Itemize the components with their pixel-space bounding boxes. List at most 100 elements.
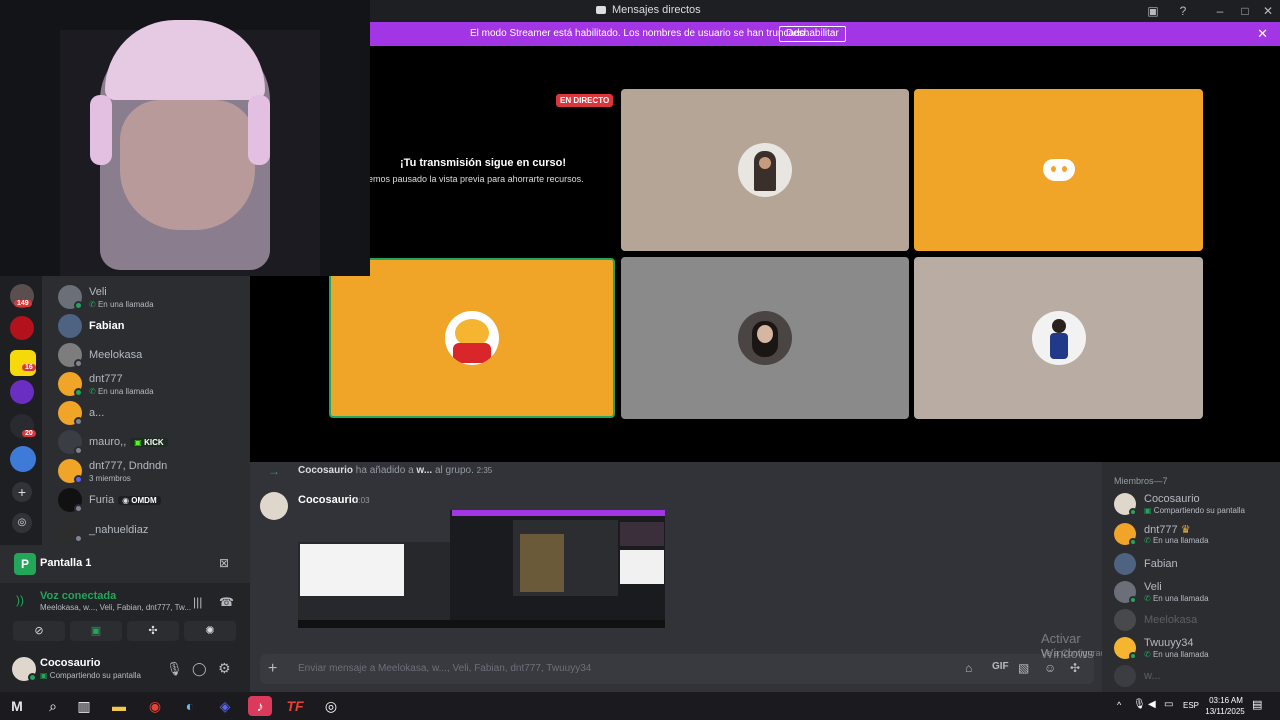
system-message: Cocosaurio ha añadido a w... al grupo. 2… — [298, 465, 493, 476]
dm-item[interactable]: a... — [58, 399, 248, 427]
dm-name: mauro,, ▣ KICK — [89, 436, 168, 448]
member-item-offline[interactable]: w... — [1114, 662, 1274, 692]
dm-name: Veli — [89, 286, 107, 298]
discover-icon[interactable]: ◎ — [12, 513, 32, 533]
kick-tag: ▣ KICK — [130, 438, 168, 447]
steam-icon[interactable]: ◐ — [179, 696, 201, 716]
dm-item[interactable]: Furia ◉ OMDM — [58, 486, 248, 514]
mention-badge: 149 — [14, 300, 32, 307]
screen-share-icon: ▣ — [40, 671, 48, 680]
user-status: ▣ Compartiendo su pantalla — [40, 671, 141, 680]
notification-icon[interactable]: ▤ — [1252, 698, 1262, 711]
minimize-button[interactable]: – — [1212, 3, 1228, 19]
screen-share-button[interactable]: ▣ — [70, 621, 122, 641]
headphones-icon[interactable]: ◯ — [192, 661, 207, 677]
task-view-icon[interactable]: ▥ — [73, 696, 95, 716]
settings-gear-icon[interactable]: ⚙ — [218, 660, 231, 677]
dm-item[interactable]: _nahueldiaz — [58, 516, 248, 544]
member-status: ✆ En una llamada — [1144, 594, 1209, 603]
help-icon[interactable]: ? — [1175, 3, 1191, 19]
member-status: ✆ En una llamada — [1144, 650, 1209, 659]
voice-status[interactable]: Voz conectada — [40, 590, 116, 602]
member-status: ▣ Compartiendo su pantalla — [1144, 506, 1245, 515]
status-dot — [1129, 652, 1137, 660]
tray-time[interactable]: 03:16 AM — [1206, 696, 1246, 705]
close-window-button[interactable]: ✕ — [1260, 3, 1276, 19]
disconnect-icon[interactable]: ☎ — [219, 595, 234, 609]
tf-app-icon[interactable]: TF — [284, 696, 306, 716]
apps-icon[interactable]: ✣ — [1070, 661, 1080, 675]
server-icon[interactable] — [10, 380, 34, 404]
video-tile-4[interactable] — [621, 257, 909, 419]
dm-item-group[interactable]: dnt777, Dndndn 3 miembros — [58, 457, 248, 485]
member-item-offline[interactable]: Meelokasa — [1114, 606, 1274, 636]
gif-icon[interactable]: GIF — [992, 661, 1009, 672]
signal-icon: )) — [16, 593, 24, 607]
avatar — [1114, 553, 1136, 575]
server-icon[interactable] — [10, 350, 36, 376]
tray-chevron-icon[interactable]: ^ — [1117, 700, 1121, 710]
member-item[interactable]: Veli ✆ En una llamada — [1114, 578, 1274, 608]
member-item[interactable]: dnt777 ♛ ✆ En una llamada — [1114, 520, 1274, 550]
activities-button[interactable]: ✣ — [127, 621, 179, 641]
message-author[interactable]: Cocosaurio — [298, 494, 359, 506]
avatar — [1114, 609, 1136, 631]
status-dot — [74, 301, 83, 310]
image-attachment[interactable] — [298, 510, 665, 628]
noise-suppression-icon[interactable]: ||| — [193, 595, 202, 609]
file-explorer-icon[interactable]: ▬ — [108, 696, 130, 716]
member-name: w... — [1144, 670, 1161, 682]
status-dot — [74, 359, 83, 368]
dm-item[interactable]: dnt777 ✆ En una llamada — [58, 370, 248, 398]
dm-item[interactable]: Veli ✆ En una llamada — [58, 283, 248, 311]
tray-date[interactable]: 13/11/2025 — [1203, 707, 1247, 716]
member-item[interactable]: Cocosaurio ▣ Compartiendo su pantalla — [1114, 490, 1274, 520]
tray-network-icon[interactable]: ▭ — [1164, 699, 1173, 710]
sticker-icon[interactable]: ▧ — [1018, 661, 1029, 675]
member-name: Twuuyy34 — [1144, 637, 1194, 649]
camera-off-button[interactable]: ⊘ — [13, 621, 65, 641]
discord-icon[interactable]: ◈ — [214, 696, 236, 716]
close-banner-icon[interactable]: ✕ — [1257, 26, 1268, 42]
video-tile-5[interactable] — [914, 257, 1203, 419]
member-item[interactable]: Twuuyy34 ✆ En una llamada — [1114, 634, 1274, 664]
emoji-icon[interactable]: ☺ — [1044, 661, 1056, 675]
dm-status: ✆ En una llamada — [89, 387, 154, 396]
member-name: Fabian — [1144, 558, 1178, 570]
dm-item[interactable]: mauro,, ▣ KICK — [58, 428, 248, 456]
server-icon[interactable] — [10, 446, 36, 472]
mention-badge: 16 — [22, 364, 36, 371]
stop-stream-icon[interactable]: ⊠ — [219, 556, 229, 570]
voice-panel: P Pantalla 1 ⊠ )) Voz conectada Meelokas… — [0, 545, 250, 692]
video-tile-2[interactable] — [914, 89, 1203, 251]
status-dot — [74, 504, 83, 513]
search-icon[interactable]: ⌕ — [42, 696, 64, 716]
status-dot — [74, 417, 83, 426]
dm-item[interactable]: Meelokasa — [58, 341, 248, 369]
gift-icon[interactable]: ⌂ — [965, 661, 972, 675]
add-server-icon[interactable]: + — [12, 482, 32, 502]
add-attachment-icon[interactable]: + — [268, 660, 277, 678]
tiktok-live-icon[interactable]: ♪ — [248, 696, 272, 716]
inbox-icon[interactable]: ▣ — [1145, 3, 1161, 19]
mention-badge: 20 — [22, 430, 36, 437]
video-tile-1[interactable] — [621, 89, 909, 251]
start-logo-icon[interactable]: M — [6, 696, 28, 716]
dm-icon — [596, 6, 606, 14]
tray-mic-icon[interactable]: 🎙 — [1133, 699, 1146, 710]
dm-item-active[interactable]: Fabian — [58, 312, 248, 340]
dm-name: _nahueldiaz — [89, 524, 149, 536]
tray-language[interactable]: ESP — [1183, 701, 1199, 710]
chrome-icon[interactable]: ◉ — [144, 696, 166, 716]
message-input[interactable]: Enviar mensaje a Meelokasa, w..., Veli, … — [298, 663, 591, 674]
soundboard-button[interactable]: ✺ — [184, 621, 236, 641]
author-avatar[interactable] — [260, 492, 288, 520]
video-tile-3-speaking[interactable] — [329, 258, 615, 418]
obs-icon[interactable]: ◎ — [320, 696, 342, 716]
member-item[interactable]: Fabian — [1114, 550, 1274, 580]
maximize-button[interactable]: □ — [1237, 3, 1253, 19]
tray-volume-icon[interactable]: ◀ — [1148, 699, 1156, 710]
server-icon[interactable] — [10, 316, 34, 340]
microphone-icon[interactable]: 🎙 — [166, 661, 183, 677]
disable-streamer-button[interactable]: Deshabilitar — [779, 26, 846, 42]
